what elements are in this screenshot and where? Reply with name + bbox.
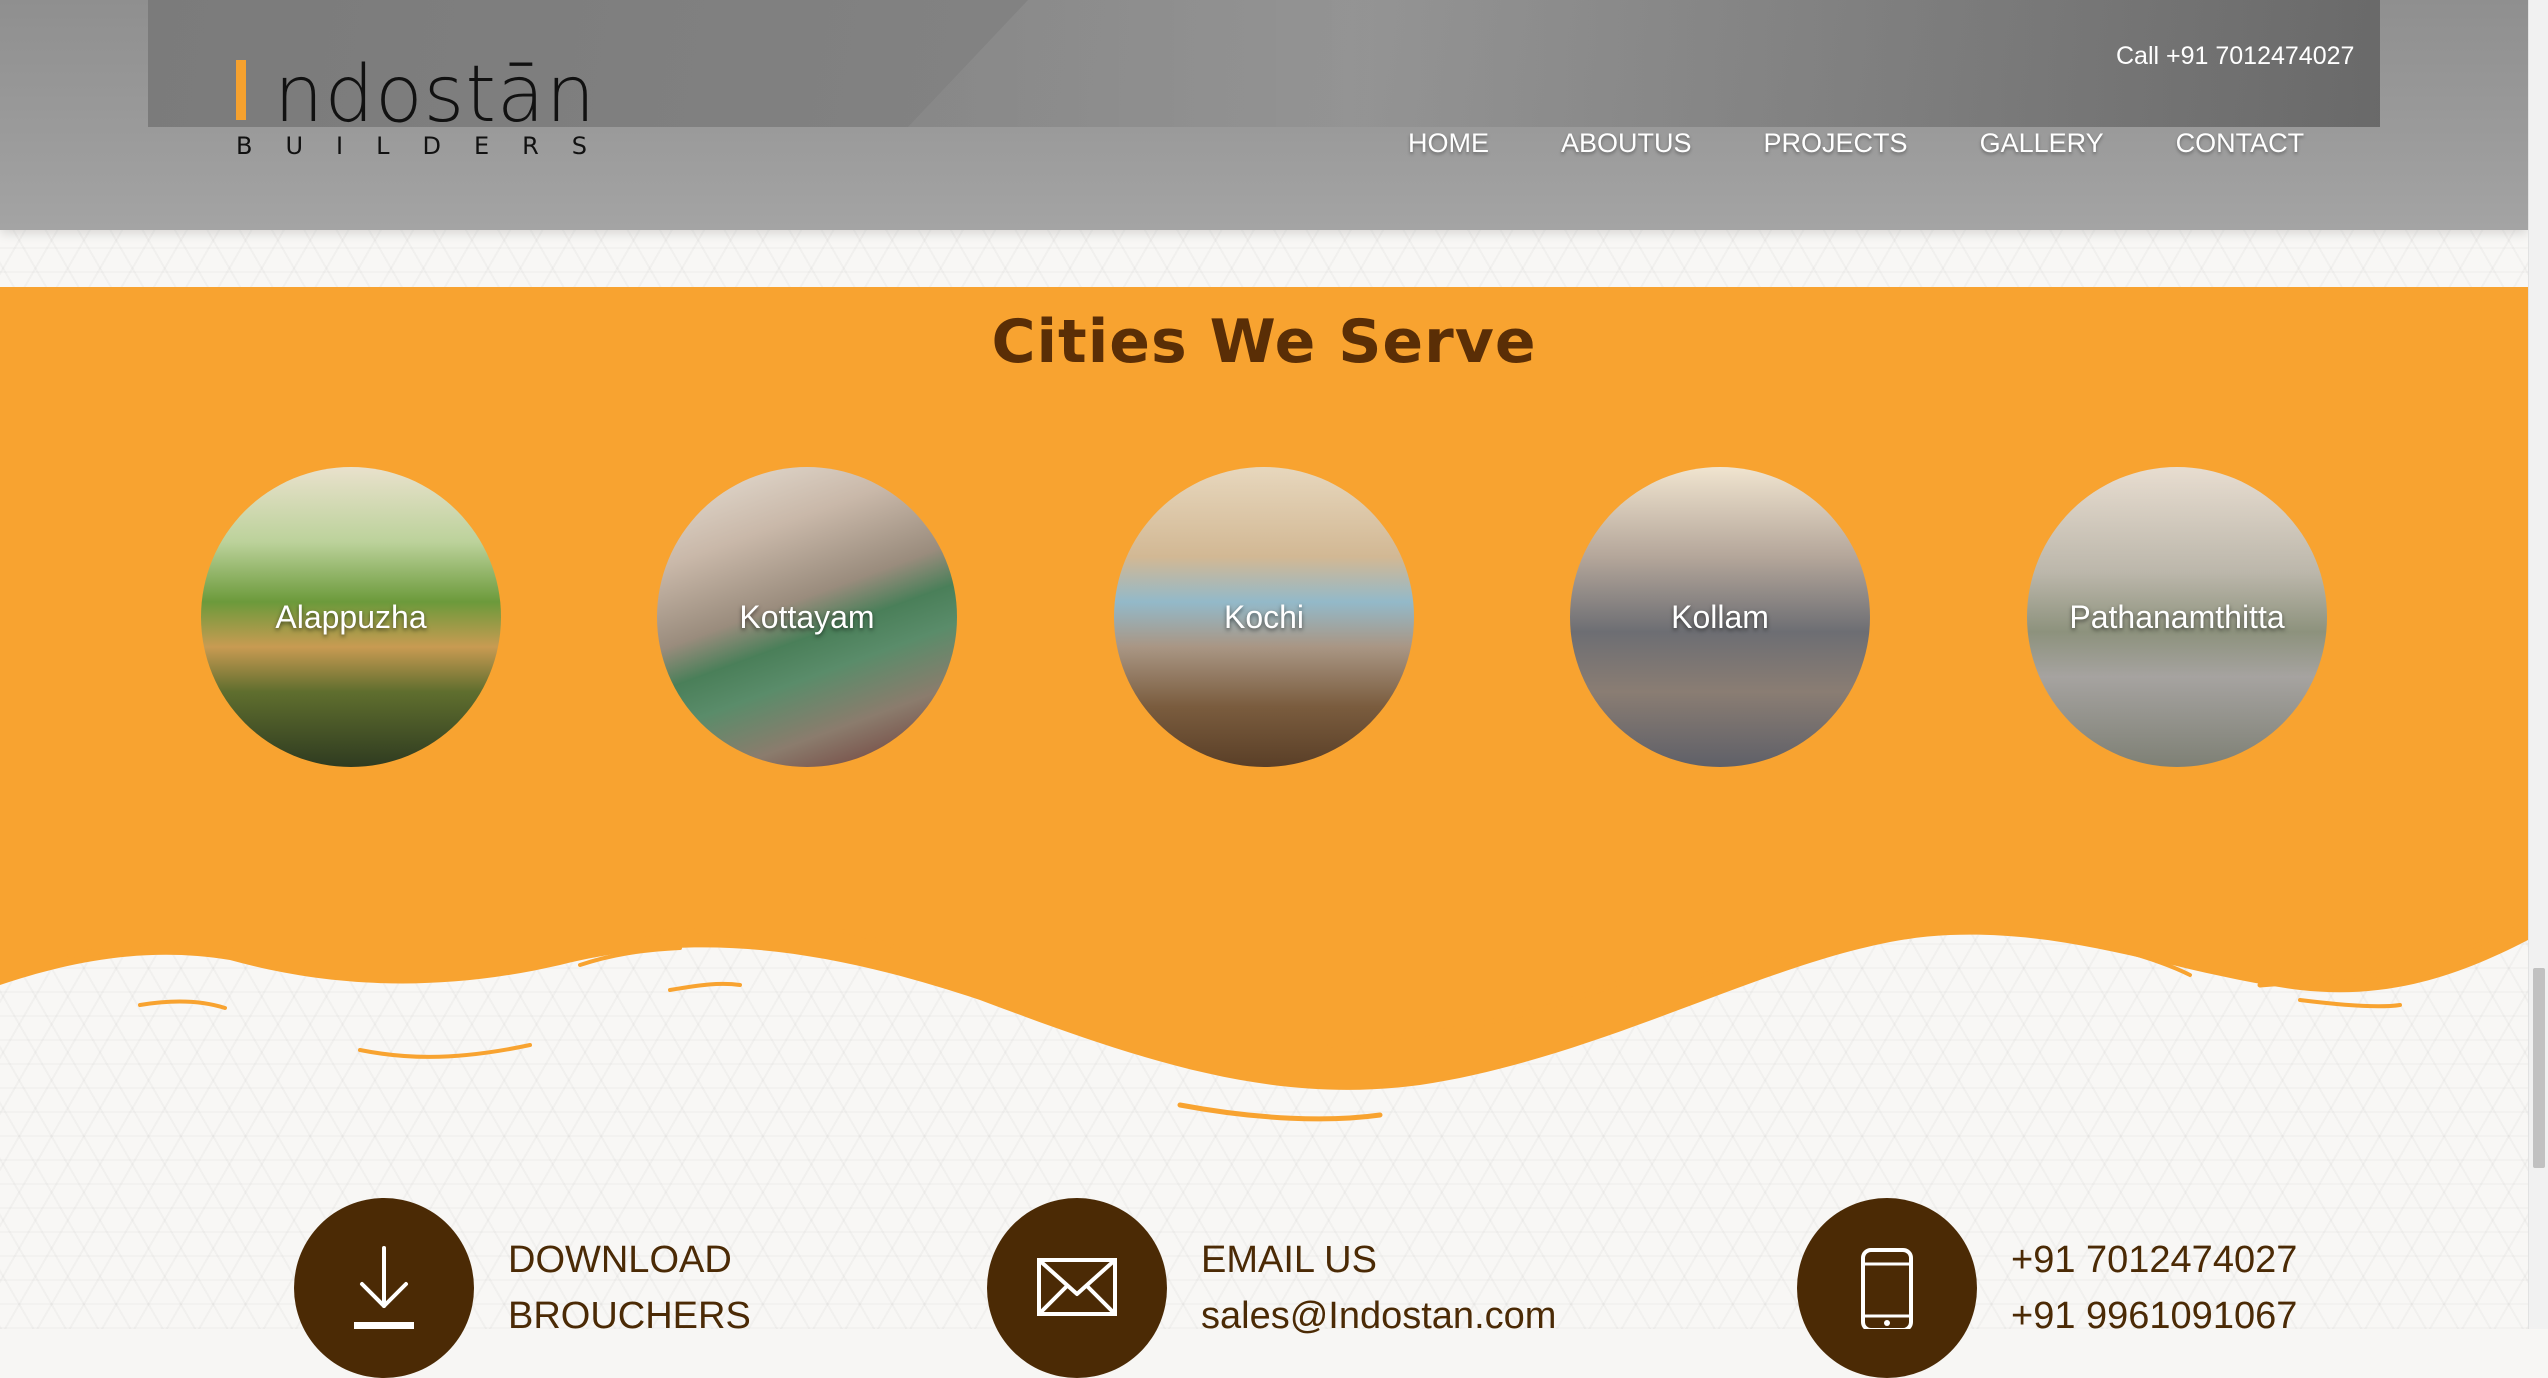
mobile-phone-icon [1797,1198,1977,1378]
download-line1: DOWNLOAD [508,1239,732,1281]
download-icon [294,1198,474,1378]
logo-first-letter: I [232,50,256,140]
envelope-icon [987,1198,1167,1378]
logo-name-rest: ndostān [274,50,597,140]
city-label: Alappuzha [275,598,427,635]
nav-aboutus[interactable]: ABOUTUS [1525,125,1728,161]
city-label: Pathanamthitta [2069,598,2285,635]
page-scrollbar[interactable] [2528,0,2548,1329]
phone-label: +91 7012474027 +91 9961091067 [2011,1232,2297,1344]
cities-title: Cities We Serve [991,307,1537,377]
brand-logo[interactable]: Indostān BUILDERS [232,50,595,170]
logo-wordmark: Indostān [232,50,596,140]
nav-gallery[interactable]: GALLERY [1944,125,2140,161]
city-card-kochi[interactable]: Kochi [1114,467,1414,767]
download-line2: BROUCHERS [508,1295,751,1337]
header-call-text[interactable]: Call +91 7012474027 [2116,42,2354,71]
logo-tagline: BUILDERS [236,132,621,160]
city-card-kottayam[interactable]: Kottayam [657,467,957,767]
city-label: Kottayam [739,598,875,635]
main-nav: HOME ABOUTUS PROJECTS GALLERY CONTACT [1408,125,2340,161]
cities-section: Cities We Serve Alappuzha Kottayam Kochi… [0,287,2528,1087]
email-address[interactable]: sales@Indostan.com [1201,1288,1556,1344]
nav-home[interactable]: HOME [1408,125,1525,161]
city-card-alappuzha[interactable]: Alappuzha [201,467,501,767]
city-card-pathanamthitta[interactable]: Pathanamthitta [2027,467,2327,767]
nav-contact[interactable]: CONTACT [2140,125,2341,161]
city-card-kollam[interactable]: Kollam [1570,467,1870,767]
email-title: EMAIL US [1201,1239,1377,1281]
city-label: Kollam [1671,598,1769,635]
phone-number-2[interactable]: +91 9961091067 [2011,1288,2297,1344]
scrollbar-thumb[interactable] [2533,968,2545,1168]
email-label: EMAIL US sales@Indostan.com [1201,1232,1556,1344]
site-header: Indostān BUILDERS Call +91 7012474027 HO… [0,0,2528,230]
city-label: Kochi [1223,598,1305,635]
download-label: DOWNLOAD BROUCHERS [508,1232,751,1344]
phone-number-1[interactable]: +91 7012474027 [2011,1232,2297,1288]
nav-projects[interactable]: PROJECTS [1728,125,1944,161]
